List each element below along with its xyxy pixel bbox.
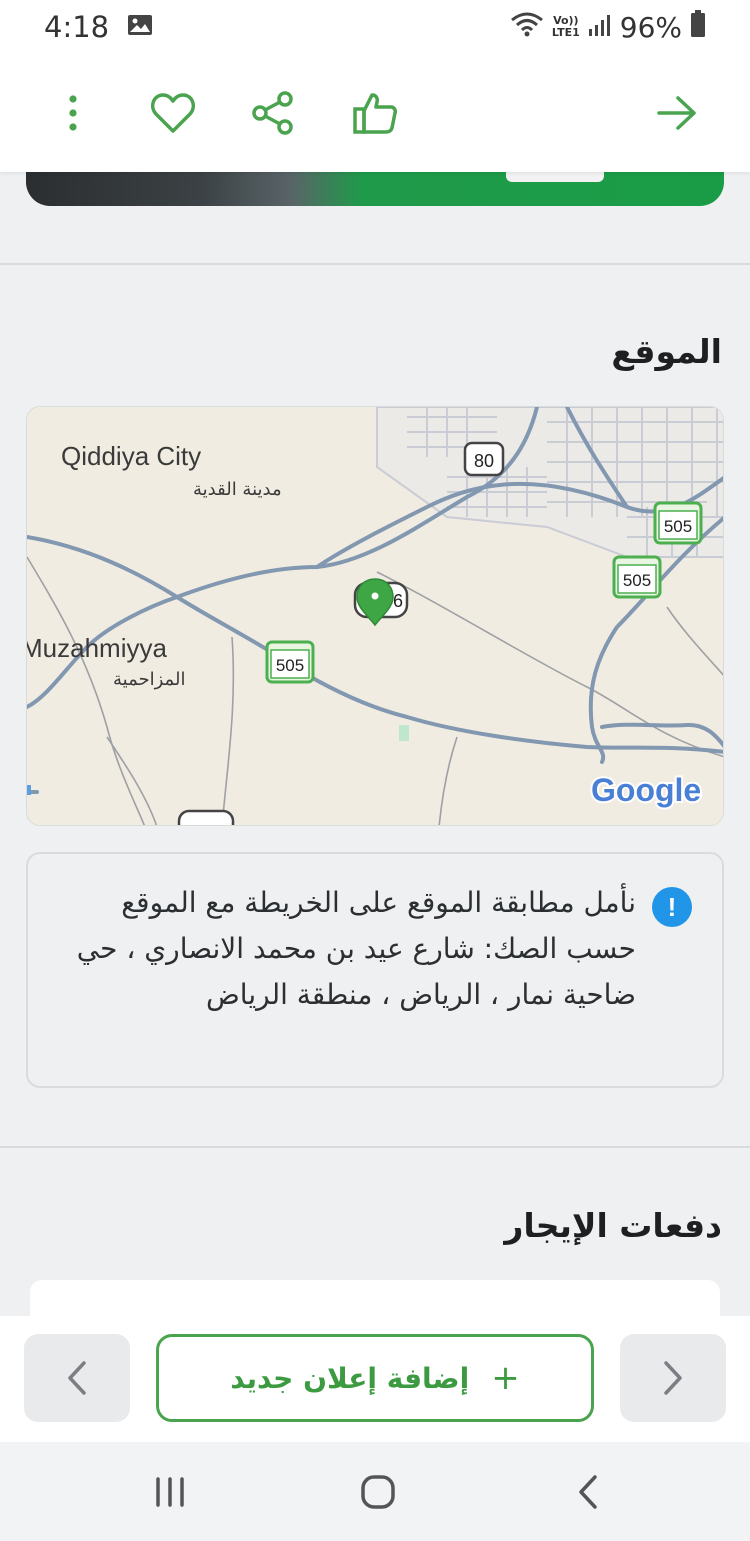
gallery-icon	[127, 14, 153, 40]
google-logo-text: Google	[591, 772, 701, 808]
add-new-ad-button[interactable]: + إضافة إعلان جديد	[156, 1334, 594, 1422]
thumbs-up-icon[interactable]	[350, 88, 400, 138]
signal-icon	[588, 11, 612, 44]
map-view[interactable]: Qiddiya City مدينة القدية Muzahmiyya الم…	[26, 406, 724, 826]
system-navigation-bar	[0, 1442, 750, 1541]
gallery-image-strip[interactable]	[26, 168, 724, 206]
lte-label-bottom: LTE1	[551, 26, 580, 39]
battery-icon	[690, 9, 706, 45]
battery-percent: 96%	[619, 10, 682, 44]
pin-road-label: 6	[393, 591, 403, 611]
rent-payments-card	[30, 1280, 720, 1320]
road-505-badge: 505	[653, 501, 703, 545]
add-new-ad-label: إضافة إعلان جديد	[230, 1361, 470, 1395]
location-notice-box: ! نأمل مطابقة الموقع على الخريطة مع المو…	[26, 852, 724, 1088]
location-section-title: الموقع	[611, 332, 722, 371]
road-505-label: 505	[623, 571, 651, 590]
app-bar	[0, 54, 750, 172]
next-button[interactable]	[620, 1334, 726, 1422]
heart-icon[interactable]	[148, 88, 198, 138]
wifi-icon	[510, 11, 544, 44]
status-bar: 4:18 Vo)) LTE1 96%	[0, 0, 750, 54]
share-icon[interactable]	[248, 88, 298, 138]
more-vertical-icon[interactable]	[48, 88, 98, 138]
location-notice-text: نأمل مطابقة الموقع على الخريطة مع الموقع…	[76, 886, 636, 1011]
arrow-right-icon[interactable]	[652, 88, 702, 138]
plus-icon: +	[491, 1358, 520, 1398]
status-time: 4:18	[44, 10, 110, 44]
map-label-qiddiya-ar: مدينة القدية	[193, 479, 282, 500]
home-icon[interactable]	[348, 1470, 408, 1514]
section-divider	[0, 263, 750, 265]
map-label-muzahmiyya-ar: المزاحمية	[113, 669, 185, 690]
recent-apps-icon[interactable]	[140, 1470, 200, 1514]
road-505-label: 505	[664, 517, 692, 536]
back-icon[interactable]	[558, 1470, 618, 1514]
chevron-right-icon	[664, 1361, 682, 1395]
road-505-badge: 505	[265, 640, 315, 684]
lte-indicator: Vo)) LTE1	[552, 15, 580, 39]
google-logo: Google Google	[589, 770, 703, 810]
road-80-badge: 80	[463, 441, 505, 477]
previous-button[interactable]	[24, 1334, 130, 1422]
section-divider	[0, 1146, 750, 1148]
rent-payments-title: دفعات الإيجار	[504, 1206, 722, 1245]
chevron-left-icon	[68, 1361, 86, 1395]
map-label-muzahmiyya-en: Muzahmiyya	[27, 633, 167, 663]
info-alert-icon: !	[652, 887, 692, 927]
map-label-qiddiya-en: Qiddiya City	[61, 441, 201, 471]
bottom-action-bar: + إضافة إعلان جديد	[0, 1316, 750, 1442]
road-505-label: 505	[276, 656, 304, 675]
road-80-label: 80	[474, 451, 494, 471]
road-505-badge: 505	[612, 555, 662, 599]
